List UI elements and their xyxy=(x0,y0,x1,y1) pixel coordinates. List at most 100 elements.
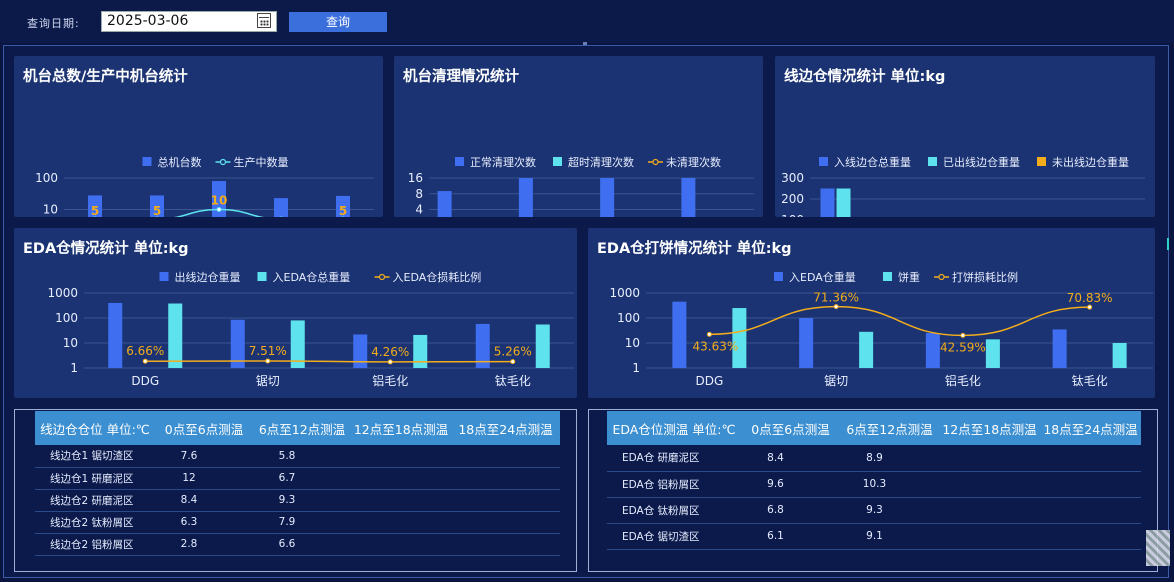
clean-chart: 正常清理次数超时清理次数未清理次数168421DDG1DDG2铝毛化钛毛化 xyxy=(408,155,754,217)
line-warehouse-panel: 线边仓情况统计 单位:kg 入线边仓总重量 已出线边仓重量 未出线边仓重量 300 20… xyxy=(775,56,1155,217)
table-header-cell: 18点至24点测温 xyxy=(451,411,560,445)
table-header-cell: 线边仓仓位 单位:℃ xyxy=(35,411,155,445)
table-row: EDA仓 钛粉屑区 6.8 9.3 xyxy=(607,497,1141,524)
table-header-row: EDA仓位测温 单位:℃ 0点至6点测温 6点至12点测温 12点至18点测温 18点至… xyxy=(607,411,1141,445)
legend-swatch xyxy=(455,157,464,166)
table-cell xyxy=(939,497,1040,524)
y-tick-label: 100 xyxy=(617,311,640,325)
legend-label: 入EDA仓重量 xyxy=(789,270,856,284)
legend-label: 入EDA仓损耗比例 xyxy=(393,270,482,284)
table-cell: 9.1 xyxy=(840,523,939,550)
legend-label: 饼重 xyxy=(898,270,920,284)
date-input[interactable]: 2025-03-06 xyxy=(101,11,277,32)
data-label: 5 xyxy=(153,204,161,217)
scroll-indicator[interactable] xyxy=(1167,238,1169,250)
table-cell: 线边仓2 研磨泥区 xyxy=(35,489,155,512)
y-tick-label: 10 xyxy=(43,203,58,217)
table-cell xyxy=(451,467,560,490)
legend-label: 入线边仓总重量 xyxy=(834,155,911,169)
line-warehouse-temp-table: 线边仓仓位 单位:℃ 0点至6点测温 6点至12点测温 12点至18点测温 18点至24… xyxy=(14,409,577,572)
legend-label: 正常清理次数 xyxy=(470,155,536,169)
table-row: 线边仓2 钛粉屑区 6.3 7.9 xyxy=(35,511,560,534)
series-line xyxy=(145,360,513,363)
table-cell: 12 xyxy=(155,467,253,490)
table-cell: 线边仓2 铝粉屑区 xyxy=(35,533,155,556)
data-label: 5 xyxy=(339,204,347,217)
table-cell: 10.3 xyxy=(840,471,939,498)
legend-swatch xyxy=(883,272,892,281)
table-cell xyxy=(351,467,451,490)
table-cell: 8.4 xyxy=(155,489,253,512)
query-button[interactable]: 查询 xyxy=(289,12,387,32)
line-point xyxy=(510,359,516,365)
legend-swatch xyxy=(819,157,828,166)
table-cell xyxy=(451,445,560,468)
table-header-cell: 12点至18点测温 xyxy=(351,411,451,445)
table-row: 线边仓2 研磨泥区 8.4 9.3 xyxy=(35,489,560,512)
legend-swatch xyxy=(928,157,937,166)
legend-label: 总机台数 xyxy=(158,155,202,169)
legend-swatch xyxy=(774,272,783,281)
table-row: EDA仓 锯切渣区 6.1 9.1 xyxy=(607,523,1141,550)
table-cell xyxy=(351,489,451,512)
table-cell: 9.6 xyxy=(741,471,840,498)
table-row: EDA仓 铝粉屑区 9.6 10.3 xyxy=(607,471,1141,498)
chart-bar xyxy=(820,188,835,217)
legend-swatch xyxy=(553,157,562,166)
eda-warehouse-panel: EDA仓情况统计 单位:kg 出线边仓重量 入EDA仓总重量 入EDA仓损耗比例 10… xyxy=(14,228,577,398)
eda-chart: 出线边仓重量 入EDA仓总重量 入EDA仓损耗比例 1000 100 10 1 DDG 锯切 铝毛… xyxy=(47,270,574,388)
chart-bar xyxy=(836,188,851,217)
data-label: 7.51% xyxy=(249,344,287,358)
table-cell: 2.8 xyxy=(155,533,253,556)
chart-bar xyxy=(985,339,1000,368)
y-tick-label: 8 xyxy=(415,187,423,201)
table-cell: 7.6 xyxy=(155,445,253,468)
table-cell: 5.8 xyxy=(253,445,351,468)
y-tick-label: 1000 xyxy=(609,286,640,300)
x-tick-label: 铝毛化 xyxy=(372,373,408,388)
legend-label: 生产中数量 xyxy=(234,155,289,169)
table-cell: 7.9 xyxy=(253,511,351,534)
data-label: 5.26% xyxy=(494,345,532,359)
line-point xyxy=(265,358,271,364)
table-header-cell: 6点至12点测温 xyxy=(840,411,939,445)
eda-temp-table: EDA仓位测温 单位:℃ 0点至6点测温 6点至12点测温 12点至18点测温 18点至… xyxy=(588,409,1158,572)
legend-swatch xyxy=(938,273,945,281)
chart-bar xyxy=(600,178,615,217)
clean-stats-panel: 机台清理情况统计 正常清理次数超时清理次数未清理次数168421DDG1DDG2… xyxy=(394,56,763,217)
data-label: 4.26% xyxy=(371,345,409,359)
table-cell: 6.1 xyxy=(741,523,840,550)
table-cell xyxy=(451,533,560,556)
table-cell: 9.3 xyxy=(840,497,939,524)
table-header-row: 线边仓仓位 单位:℃ 0点至6点测温 6点至12点测温 12点至18点测温 18点至24… xyxy=(35,411,560,445)
calendar-icon[interactable] xyxy=(257,13,271,28)
chart-bar xyxy=(108,302,123,368)
legend-label: 未清理次数 xyxy=(666,155,721,169)
line-point xyxy=(216,207,222,212)
table-row: 线边仓1 研磨泥区 12 6.7 xyxy=(35,467,560,490)
chart-bar xyxy=(672,301,687,368)
table-cell xyxy=(1040,497,1141,524)
table-cell: 线边仓1 研磨泥区 xyxy=(35,467,155,490)
chart-bar xyxy=(274,198,288,217)
line-point xyxy=(706,331,712,337)
table-header-cell: 0点至6点测温 xyxy=(155,411,253,445)
data-label: 71.36% xyxy=(813,291,859,305)
table-cell xyxy=(451,489,560,512)
legend-swatch xyxy=(1037,157,1046,166)
y-tick-label: 1 xyxy=(70,361,78,375)
table-cell: EDA仓 锯切渣区 xyxy=(607,523,741,550)
data-label: 6.66% xyxy=(126,344,164,358)
table-cell xyxy=(351,533,451,556)
qr-code-icon xyxy=(1146,530,1170,566)
y-tick-label: 10 xyxy=(63,336,78,350)
chart-bar xyxy=(353,334,368,368)
table-header-cell: 6点至12点测温 xyxy=(253,411,351,445)
line-point xyxy=(142,358,148,364)
table-cell: 8.4 xyxy=(741,445,840,472)
legend-label: 未出线边仓重量 xyxy=(1052,155,1129,169)
y-tick-label: 100 xyxy=(781,213,804,217)
legend-label: 打饼损耗比例 xyxy=(952,270,1018,284)
table-cell: EDA仓 钛粉屑区 xyxy=(607,497,741,524)
table-cell xyxy=(939,445,1040,472)
